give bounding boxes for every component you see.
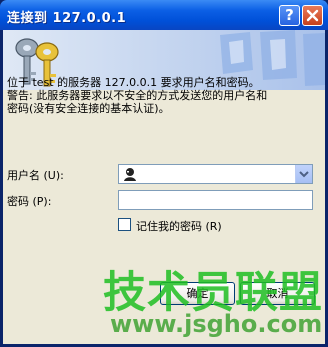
user-icon bbox=[124, 168, 136, 181]
username-combobox[interactable] bbox=[118, 164, 313, 184]
help-button[interactable]: ? bbox=[279, 5, 300, 26]
remember-label: 记住我的密码 (R) bbox=[136, 220, 222, 233]
username-dropdown-button[interactable] bbox=[295, 165, 312, 183]
chevron-down-icon bbox=[299, 171, 309, 178]
login-dialog: 连接到 127.0.0.1 ? 位于 test 的服务器 127.0.0.1 要… bbox=[0, 0, 328, 347]
title-bar[interactable]: 连接到 127.0.0.1 ? bbox=[0, 0, 328, 30]
close-icon bbox=[306, 9, 319, 22]
cancel-button[interactable]: 取消 bbox=[240, 282, 315, 305]
close-button[interactable] bbox=[302, 5, 323, 26]
password-field[interactable] bbox=[118, 190, 313, 210]
message-line: 密码(没有安全连接的基本认证)。 bbox=[7, 102, 170, 115]
dialog-body: 位于 test 的服务器 127.0.0.1 要求用户名和密码。 警告: 此服务… bbox=[3, 30, 325, 344]
dialog-title: 连接到 127.0.0.1 bbox=[7, 11, 127, 26]
username-label: 用户名 (U): bbox=[7, 169, 64, 182]
password-label: 密码 (P): bbox=[7, 195, 52, 208]
remember-checkbox[interactable] bbox=[118, 218, 131, 231]
ok-button[interactable]: 确定 bbox=[160, 282, 235, 305]
message-line: 位于 test 的服务器 127.0.0.1 要求用户名和密码。 bbox=[7, 76, 260, 89]
message-line: 警告: 此服务器要求以不安全的方式发送您的用户名和 bbox=[7, 89, 268, 102]
prompt-message: 位于 test 的服务器 127.0.0.1 要求用户名和密码。 警告: 此服务… bbox=[7, 76, 317, 115]
